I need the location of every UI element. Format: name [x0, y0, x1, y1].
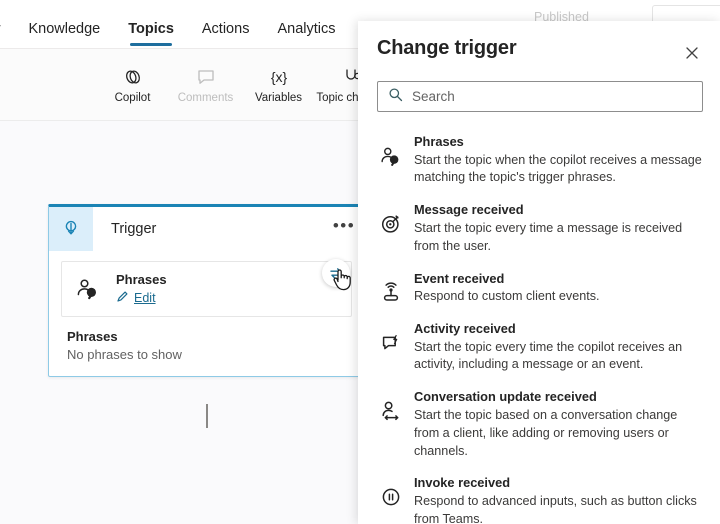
- connector-line-top: [206, 404, 208, 428]
- trigger-option-description: Start the topic every time a message is …: [414, 220, 683, 253]
- target-icon: [379, 201, 403, 235]
- trigger-node[interactable]: Trigger ••• Phrases Edit Phrases No phra…: [48, 204, 365, 377]
- tab-analytics-label: Analytics: [277, 20, 336, 37]
- phrases-subcard-text: Phrases Edit: [116, 272, 167, 306]
- trigger-option-conversation-update-received[interactable]: Conversation update received Start the t…: [377, 381, 706, 467]
- change-trigger-panel: Change trigger Search Phrases Start the …: [358, 21, 720, 524]
- trigger-option-name: Message received: [414, 202, 524, 218]
- phrases-edit-row: Edit: [116, 290, 167, 306]
- phrases-edit-link[interactable]: Edit: [134, 291, 156, 305]
- command-variables[interactable]: {x} Variables: [242, 66, 315, 105]
- phrases-subcard-title: Phrases: [116, 272, 167, 287]
- command-copilot-label: Copilot: [114, 91, 151, 104]
- trigger-option-text: Invoke received Respond to advanced inpu…: [414, 474, 702, 524]
- phrases-section: Phrases No phrases to show: [49, 317, 364, 376]
- close-icon[interactable]: [678, 39, 706, 67]
- panel-header: Change trigger: [358, 21, 720, 67]
- trigger-option-name: Event received: [414, 270, 505, 286]
- trigger-option-name: Conversation update received: [414, 389, 597, 405]
- trigger-option-text: Event received Respond to custom client …: [414, 270, 702, 306]
- trigger-option-description: Start the topic based on a conversation …: [414, 407, 678, 458]
- search-icon: [388, 87, 403, 107]
- change-trigger-button[interactable]: [322, 259, 350, 287]
- phrases-section-empty-text: No phrases to show: [67, 347, 182, 362]
- tab-actions-label: Actions: [201, 20, 250, 37]
- phrases-subcard[interactable]: Phrases Edit: [61, 261, 352, 317]
- trigger-node-header: Trigger •••: [49, 207, 364, 251]
- broadcast-icon: [379, 270, 403, 304]
- app-root: Published w Knowledge Topics Actions Ana…: [0, 0, 720, 524]
- tab-knowledge-label: Knowledge: [28, 20, 101, 37]
- trigger-option-description: Respond to custom client events.: [414, 289, 600, 304]
- trigger-option-event-received[interactable]: Event received Respond to custom client …: [377, 263, 706, 313]
- change-trigger-icon: [330, 268, 342, 279]
- trigger-option-phrases[interactable]: Phrases Start the topic when the copilot…: [377, 126, 706, 194]
- chat-bolt-icon: [379, 320, 403, 354]
- pause-circle-icon: [379, 474, 403, 508]
- phrases-section-heading: Phrases: [67, 329, 118, 344]
- command-copilot[interactable]: Copilot: [96, 66, 169, 105]
- tab-actions[interactable]: Actions: [188, 20, 264, 50]
- panel-title: Change trigger: [377, 37, 517, 59]
- trigger-option-description: Respond to advanced inputs, such as butt…: [414, 494, 697, 524]
- trigger-option-activity-received[interactable]: Activity received Start the topic every …: [377, 313, 706, 381]
- trigger-option-text: Phrases Start the topic when the copilot…: [414, 133, 702, 187]
- tab-overview[interactable]: w: [0, 21, 14, 50]
- tab-topics-label: Topics: [128, 20, 174, 37]
- search-input[interactable]: [412, 89, 692, 104]
- tab-knowledge[interactable]: Knowledge: [14, 20, 114, 50]
- trigger-option-text: Message received Start the topic every t…: [414, 201, 702, 255]
- trigger-option-name: Phrases: [414, 134, 464, 149]
- command-variables-label: Variables: [254, 91, 303, 104]
- panel-search-box[interactable]: [377, 81, 703, 112]
- trigger-option-name: Activity received: [414, 321, 516, 337]
- command-comments-label: Comments: [177, 91, 234, 104]
- tab-analytics[interactable]: Analytics: [263, 20, 349, 50]
- svg-text:{x}: {x}: [270, 69, 287, 85]
- pencil-icon: [116, 290, 129, 306]
- person-arrows-icon: [379, 388, 403, 422]
- person-chat-icon: [74, 277, 102, 301]
- copilot-icon: [122, 66, 144, 88]
- trigger-option-message-received[interactable]: Message received Start the topic every t…: [377, 194, 706, 262]
- command-comments[interactable]: Comments: [169, 66, 242, 105]
- trigger-node-title: Trigger: [111, 221, 157, 237]
- variables-icon: {x}: [266, 66, 292, 88]
- tab-topics[interactable]: Topics: [114, 20, 188, 50]
- comment-icon: [195, 66, 217, 88]
- trigger-option-invoke-received[interactable]: Invoke received Respond to advanced inpu…: [377, 467, 706, 524]
- trigger-option-text: Conversation update received Start the t…: [414, 388, 702, 460]
- trigger-option-description: Start the topic when the copilot receive…: [414, 152, 702, 185]
- person-chat-icon: [379, 133, 403, 168]
- trigger-option-text: Activity received Start the topic every …: [414, 320, 702, 374]
- trigger-option-name: Invoke received: [414, 475, 511, 491]
- trigger-node-body: Phrases Edit: [49, 251, 364, 317]
- trigger-options-list: Phrases Start the topic when the copilot…: [358, 126, 720, 524]
- trigger-option-description: Start the topic every time the copilot r…: [414, 339, 683, 372]
- trigger-icon: [49, 207, 93, 251]
